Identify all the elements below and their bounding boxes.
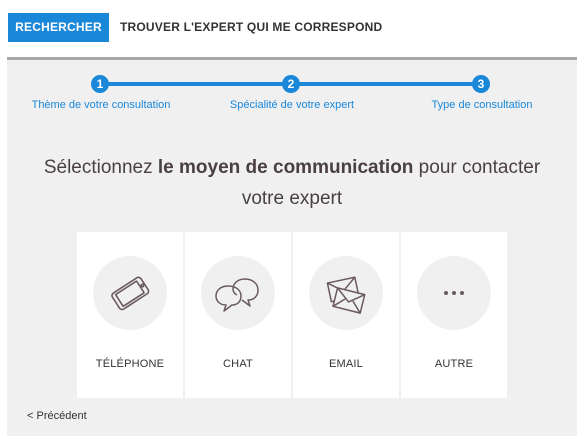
title-line2: votre expert — [241, 188, 343, 209]
title-emphasis: le moyen de communication — [157, 157, 414, 178]
option-email-icon-circle — [309, 256, 383, 330]
option-other-card[interactable]: AUTRE — [401, 232, 507, 398]
chat-bubbles-icon — [215, 278, 259, 312]
step-3-label: Type de consultation — [431, 99, 533, 111]
find-expert-link[interactable]: TROUVER L'EXPERT QUI ME CORRESPOND — [120, 13, 382, 42]
page-title: Sélectionnez le moyen de communication p… — [7, 152, 577, 214]
title-suffix: pour contacter — [413, 157, 541, 178]
option-other-icon-circle — [417, 256, 491, 330]
option-chat-card[interactable]: CHAT — [185, 232, 291, 398]
top-bar: RECHERCHER TROUVER L'EXPERT QUI ME CORRE… — [0, 0, 586, 57]
step-2-indicator[interactable]: 2 — [282, 75, 300, 93]
previous-link[interactable]: < Précédent — [27, 410, 87, 422]
option-chat-label: CHAT — [223, 358, 253, 370]
smartphone-icon — [111, 276, 150, 311]
step-1-label[interactable]: Thème de votre consultation — [32, 99, 171, 111]
title-prefix: Sélectionnez — [43, 157, 158, 178]
option-other-label: AUTRE — [434, 358, 474, 370]
step-2-label[interactable]: Spécialité de votre expert — [230, 99, 354, 111]
step-1-indicator[interactable]: 1 — [91, 75, 109, 93]
option-telephone-card[interactable]: TÉLÉPHONE — [77, 232, 183, 398]
option-email-label: EMAIL — [328, 358, 363, 370]
search-button[interactable]: RECHERCHER — [8, 13, 109, 42]
option-chat-icon-circle — [201, 256, 275, 330]
option-telephone-label: TÉLÉPHONE — [95, 358, 165, 370]
option-telephone-icon-circle — [93, 256, 167, 330]
envelope-icon — [326, 276, 366, 314]
more-dots-icon — [444, 291, 464, 295]
option-email-card[interactable]: EMAIL — [293, 232, 399, 398]
step-3-indicator[interactable]: 3 — [472, 75, 490, 93]
